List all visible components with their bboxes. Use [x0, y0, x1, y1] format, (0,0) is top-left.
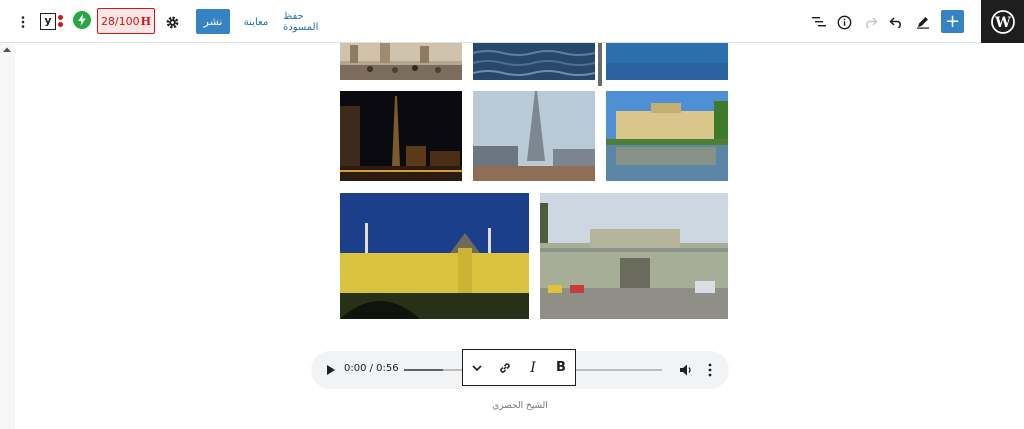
audio-progress-fill — [404, 369, 443, 371]
audio-caption[interactable]: الشيخ الحصري — [480, 401, 560, 411]
seo-score-suffix: H — [140, 14, 152, 28]
gear-icon — [166, 16, 178, 28]
gallery-divider — [598, 43, 602, 86]
seo-score-badge[interactable]: 28/100 H — [97, 8, 155, 34]
tools-button[interactable] — [912, 11, 934, 33]
image-yellow-palace[interactable] — [340, 193, 529, 319]
link-icon — [500, 362, 510, 373]
svg-text:W: W — [994, 15, 1011, 31]
more-options-button[interactable] — [16, 11, 30, 33]
wordpress-logo-icon[interactable]: W — [981, 0, 1024, 43]
image-burj-khalifa[interactable] — [473, 91, 595, 181]
image-palace-lake[interactable] — [606, 91, 728, 181]
redo-icon — [866, 17, 878, 28]
save-draft-button[interactable]: حفظ المسودة — [283, 11, 339, 33]
amp-bolt-icon[interactable] — [73, 11, 91, 29]
undo-button[interactable] — [885, 11, 907, 33]
scrollbar[interactable] — [0, 43, 15, 429]
image-sea-waves[interactable] — [473, 43, 595, 80]
more-vertical-icon[interactable] — [707, 363, 713, 377]
bold-button[interactable]: B — [547, 350, 575, 385]
link-button[interactable] — [491, 350, 519, 385]
more-formats-button[interactable] — [463, 350, 491, 385]
volume-icon[interactable] — [679, 363, 693, 377]
list-view-icon — [812, 17, 826, 27]
plus-icon: + — [944, 10, 961, 32]
add-block-button[interactable]: + — [941, 10, 964, 33]
info-icon — [837, 15, 851, 29]
more-vertical-icon — [21, 16, 25, 28]
scroll-up-arrow-icon[interactable] — [3, 46, 11, 54]
play-icon[interactable] — [325, 363, 337, 377]
image-night-skyline[interactable] — [340, 91, 462, 181]
chevron-down-icon — [472, 364, 482, 371]
editor-toolbar: W + حفظ المسودة معاينة نشر 28/100 H y — [0, 0, 1024, 43]
redo-button[interactable] — [860, 11, 882, 33]
publish-button[interactable]: نشر — [196, 9, 230, 34]
settings-button[interactable] — [161, 11, 183, 33]
details-button[interactable] — [833, 11, 855, 33]
list-view-button[interactable] — [808, 11, 830, 33]
italic-button[interactable]: I — [519, 350, 547, 385]
yoast-letter: y — [40, 12, 56, 30]
yoast-dots — [58, 15, 63, 27]
audio-time: 0:00 / 0:56 — [344, 363, 399, 374]
image-crowd-plaza[interactable] — [340, 43, 462, 80]
undo-icon — [889, 17, 901, 28]
pencil-icon — [917, 17, 929, 29]
image-colonial-building[interactable] — [540, 193, 728, 319]
yoast-icon[interactable]: y — [39, 11, 64, 31]
image-blue-water[interactable] — [606, 43, 728, 80]
seo-score-value: 28/100 — [100, 14, 140, 28]
preview-button[interactable]: معاينة — [242, 11, 270, 33]
format-toolbar: I B — [462, 349, 576, 386]
